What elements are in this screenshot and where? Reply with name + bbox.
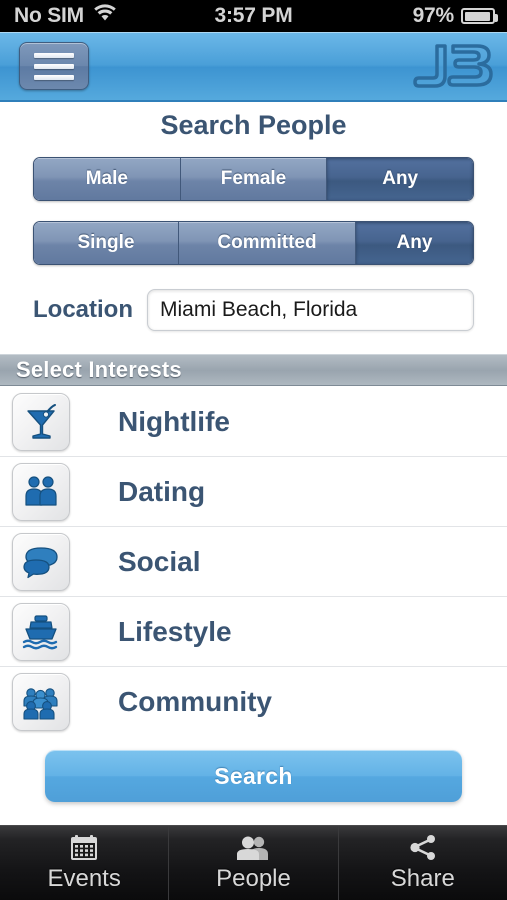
tab-people[interactable]: People: [169, 826, 339, 900]
navigation-bar: [0, 32, 507, 102]
gender-option-any[interactable]: Any: [327, 158, 473, 200]
status-bar-left: No SIM: [0, 4, 180, 28]
wifi-icon: [93, 4, 117, 28]
search-button[interactable]: Search: [45, 750, 462, 802]
app-screen: No SIM 3:57 PM 97% Search People Male Fe…: [0, 0, 507, 900]
interests-list: Nightlife Dating Social Lifestyle Commun…: [0, 387, 507, 737]
location-row: Location: [0, 286, 507, 334]
tab-label: Share: [390, 864, 455, 892]
interest-row-community[interactable]: Community: [0, 667, 507, 737]
hamburger-menu-button[interactable]: [19, 42, 89, 90]
relationship-status-segmented-control[interactable]: Single Committed Any: [33, 221, 474, 265]
carrier-label: No SIM: [14, 4, 84, 27]
interest-label: Lifestyle: [118, 615, 232, 647]
tab-share[interactable]: Share: [339, 826, 507, 900]
gender-filter-segmented-control[interactable]: Male Female Any: [33, 157, 474, 201]
hamburger-menu-icon: [34, 52, 74, 58]
interest-label: Nightlife: [118, 405, 230, 437]
cruise-ship-icon: [12, 602, 70, 661]
people-group-icon: [12, 673, 70, 731]
status-option-single[interactable]: Single: [34, 222, 179, 264]
status-option-committed[interactable]: Committed: [179, 222, 356, 264]
interest-row-social[interactable]: Social: [0, 527, 507, 597]
tab-events[interactable]: Events: [0, 826, 170, 900]
interest-label: Social: [118, 545, 201, 577]
page-title: Search People: [160, 110, 347, 140]
status-bar-right: 97%: [327, 4, 507, 28]
two-people-icon: [12, 462, 70, 521]
battery-percent-label: 97%: [412, 4, 455, 27]
select-interests-header: Select Interests: [0, 354, 507, 386]
battery-icon: [461, 8, 498, 24]
bottom-tab-bar: Events People Share: [0, 825, 507, 900]
interest-row-lifestyle[interactable]: Lifestyle: [0, 597, 507, 667]
status-bar: No SIM 3:57 PM 97%: [0, 0, 507, 32]
interest-row-dating[interactable]: Dating: [0, 457, 507, 527]
gender-option-male[interactable]: Male: [34, 158, 181, 200]
jb-logo-icon: [411, 40, 497, 96]
people-icon: [235, 834, 271, 862]
location-label: Location: [33, 296, 133, 323]
cocktail-glass-icon: [12, 392, 70, 451]
share-icon: [408, 834, 438, 862]
tab-label: Events: [47, 864, 121, 892]
interest-label: Dating: [118, 475, 206, 507]
interest-row-nightlife[interactable]: Nightlife: [0, 387, 507, 457]
interest-label: Community: [118, 686, 272, 717]
tab-label: People: [216, 864, 291, 892]
status-option-any[interactable]: Any: [356, 222, 473, 264]
speech-bubbles-icon: [12, 532, 70, 591]
location-input[interactable]: [147, 289, 474, 331]
gender-option-female[interactable]: Female: [180, 158, 328, 200]
clock-label: 3:57 PM: [214, 4, 293, 27]
calendar-icon: [69, 834, 99, 862]
